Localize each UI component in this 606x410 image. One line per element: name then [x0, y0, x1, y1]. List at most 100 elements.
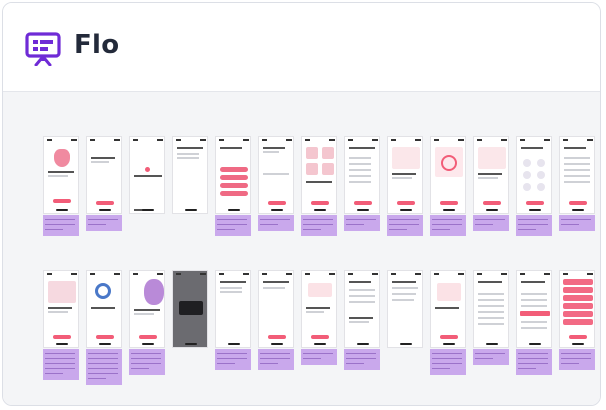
note-line — [518, 224, 548, 225]
list-row — [563, 287, 593, 293]
home-indicator — [228, 209, 240, 211]
status-bar — [176, 273, 206, 276]
text-line — [349, 169, 371, 171]
option-button — [220, 183, 248, 188]
annotation-note — [559, 349, 595, 370]
primary-button — [96, 335, 114, 339]
text-line — [263, 287, 285, 289]
note-line — [45, 358, 75, 359]
text-line — [48, 307, 72, 309]
text-line — [306, 307, 330, 309]
note-line — [475, 358, 493, 359]
option-icon — [537, 159, 545, 167]
home-indicator — [56, 209, 68, 211]
phone-screen — [172, 136, 208, 214]
annotation-note — [43, 349, 79, 380]
home-indicator — [529, 209, 541, 211]
annotation-note — [258, 215, 294, 231]
note-line — [432, 363, 462, 364]
note-line — [346, 224, 364, 225]
text-line — [349, 281, 371, 283]
text-line — [392, 173, 416, 175]
illustration — [308, 283, 332, 297]
annotation-note — [473, 215, 509, 231]
logo-icon — [145, 167, 150, 172]
status-bar — [520, 139, 550, 142]
note-line — [303, 353, 333, 354]
phone-screen — [387, 270, 423, 348]
option-icon — [537, 183, 545, 191]
note-line — [217, 219, 247, 220]
annotation-note — [43, 215, 79, 236]
dialog-box — [179, 301, 203, 315]
text-line — [177, 153, 199, 155]
home-indicator — [529, 343, 541, 345]
annotation-note — [387, 215, 423, 236]
status-bar — [305, 139, 335, 142]
option-icon — [523, 183, 531, 191]
option-button — [220, 167, 248, 172]
phone-screen — [559, 136, 595, 214]
text-line — [263, 281, 289, 283]
text-line — [392, 299, 414, 301]
status-bar — [219, 273, 249, 276]
text-line — [478, 299, 504, 301]
text-line — [48, 175, 68, 177]
text-line — [392, 287, 418, 289]
phone-screen — [473, 136, 509, 214]
text-line — [478, 305, 504, 307]
primary-button — [397, 201, 415, 205]
text-line — [478, 177, 498, 179]
text-line — [392, 177, 412, 179]
phone-screen — [387, 136, 423, 214]
primary-button — [268, 335, 286, 339]
status-bar — [90, 139, 120, 142]
note-line — [518, 229, 536, 230]
phone-screen — [344, 136, 380, 214]
status-bar — [219, 139, 249, 142]
primary-button — [96, 201, 114, 205]
phone-screen — [86, 270, 122, 348]
note-line — [131, 353, 161, 354]
text-line — [521, 327, 547, 329]
note-line — [88, 224, 106, 225]
presentation-board-icon — [25, 32, 61, 66]
magnifier-icon — [95, 283, 111, 299]
note-line — [432, 353, 462, 354]
note-line — [260, 358, 290, 359]
phone-screen — [301, 270, 337, 348]
annotation-note — [215, 349, 251, 370]
text-line — [521, 305, 547, 307]
annotation-note — [344, 349, 380, 370]
note-line — [432, 224, 462, 225]
phone-screen — [430, 136, 466, 214]
photo-tile — [306, 163, 318, 175]
home-indicator — [271, 343, 283, 345]
project-card[interactable]: Flo — [2, 2, 601, 406]
option-icon — [523, 159, 531, 167]
annotation-note — [559, 215, 595, 231]
text-line — [220, 287, 242, 289]
status-bar — [348, 139, 378, 142]
note-line — [346, 219, 376, 220]
annotation-note — [430, 215, 466, 236]
status-bar — [563, 273, 593, 276]
status-bar — [47, 273, 77, 276]
card-header: Flo — [3, 3, 600, 92]
home-indicator — [56, 343, 68, 345]
list-row — [563, 295, 593, 301]
status-bar — [133, 139, 163, 142]
home-indicator — [443, 343, 455, 345]
note-line — [518, 363, 548, 364]
primary-button — [483, 201, 501, 205]
text-line — [263, 151, 279, 153]
text-line — [263, 147, 285, 149]
annotation-note — [258, 349, 294, 370]
phone-screen — [215, 136, 251, 214]
phone-screen — [43, 270, 79, 348]
list-row — [563, 303, 593, 309]
text-line — [392, 293, 416, 295]
note-line — [45, 363, 75, 364]
screens-canvas[interactable] — [3, 92, 600, 405]
annotation-note — [301, 349, 337, 365]
